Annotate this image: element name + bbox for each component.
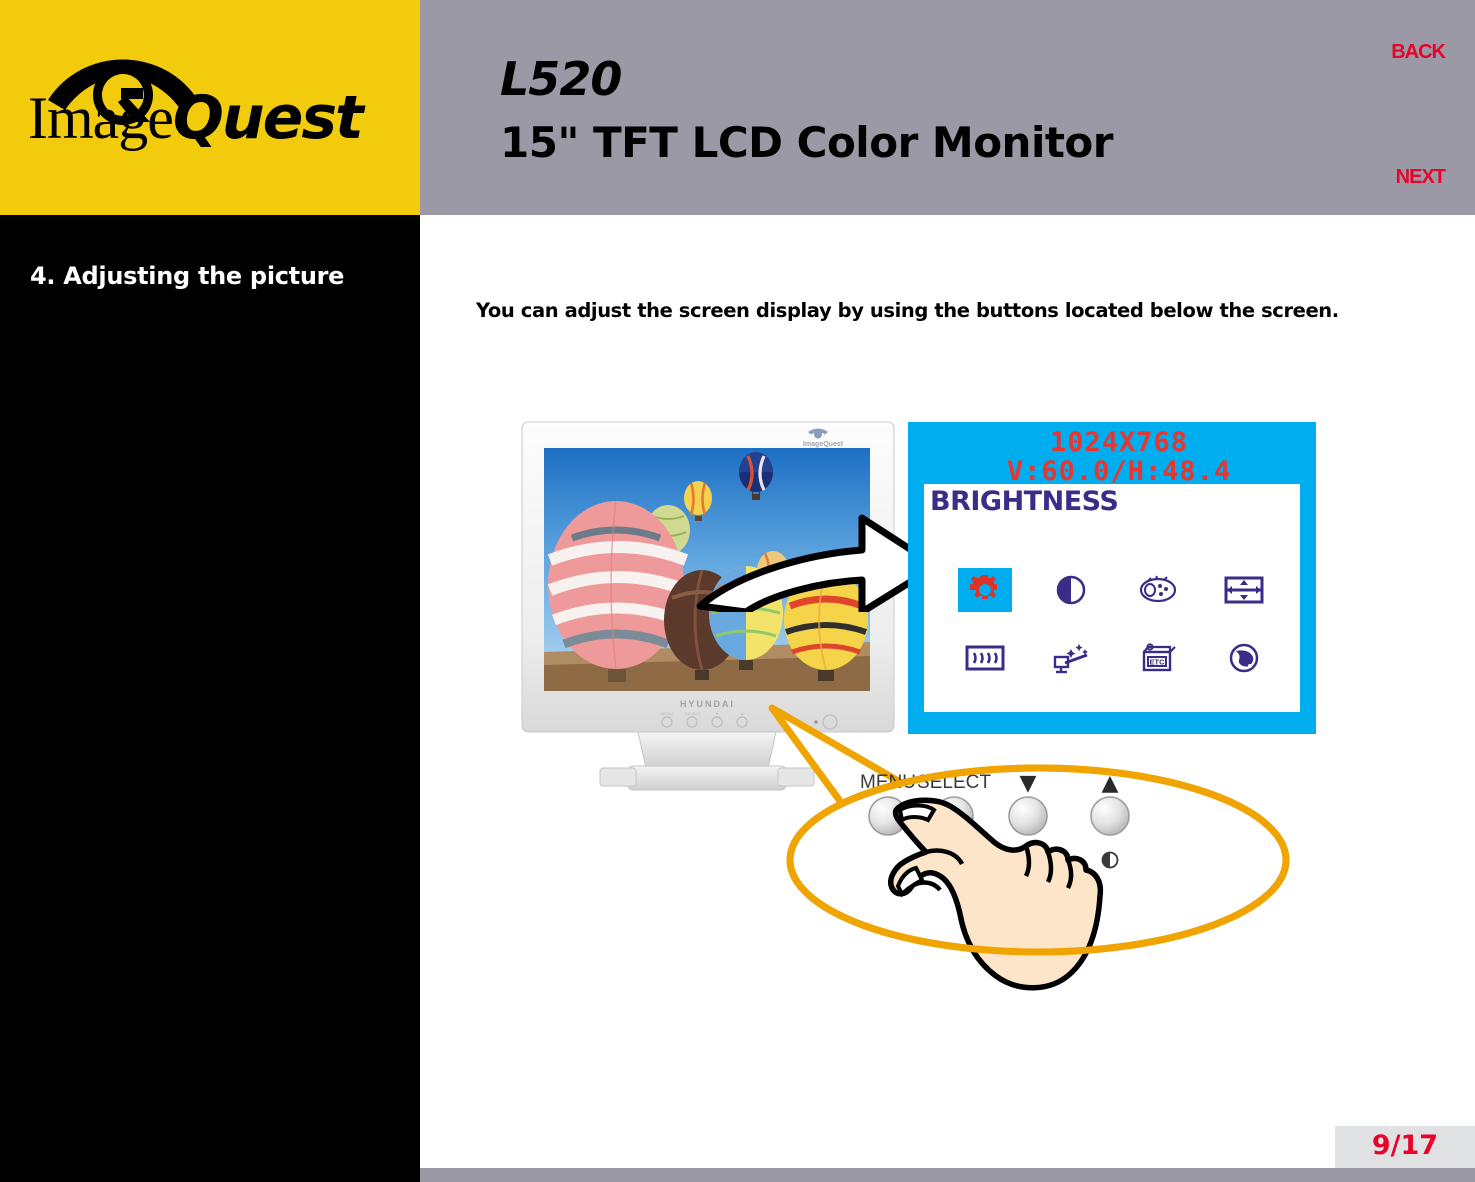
page-title-model: L520 [500, 52, 622, 106]
osd-panel: BRIGHTNESS ETC [924, 484, 1300, 712]
osd-brightness-icon[interactable] [958, 568, 1013, 612]
osd-selected-menu-label: BRIGHTNESS [930, 486, 1119, 517]
svg-text:▲: ▲ [740, 711, 744, 716]
osd-moire-icon[interactable] [958, 636, 1012, 680]
osd-menu: 1024X768 V:60.0/H:48.4 BRIGHTNESS ETC [908, 422, 1316, 734]
page-number: 9/17 [1371, 1130, 1439, 1161]
button-panel-callout: MENU SELECT ▼ ▲ [750, 700, 1330, 1100]
osd-auto-adjust-icon[interactable] [1044, 636, 1098, 680]
sidebar-section-title: 4. Adjusting the picture [30, 262, 345, 290]
osd-resolution-info: 1024X768 V:60.0/H:48.4 [908, 428, 1316, 486]
osd-color-palette-icon[interactable] [1131, 568, 1185, 612]
down-button[interactable] [1008, 796, 1048, 836]
osd-resolution: 1024X768 [1049, 427, 1189, 458]
down-button-label: ▼ [1020, 771, 1037, 796]
nav-back-link[interactable]: BACK [1391, 41, 1446, 64]
osd-icon-grid: ETC [942, 556, 1287, 692]
instruction-text: You can adjust the screen display by usi… [476, 299, 1339, 322]
osd-frequency: V:60.0/H:48.4 [1006, 456, 1232, 488]
svg-text:ImageQuest: ImageQuest [803, 441, 844, 448]
brand-word-image: Image [28, 85, 174, 151]
osd-etc-icon[interactable]: ETC [1131, 636, 1185, 680]
svg-text:HYUNDAI: HYUNDAI [680, 699, 735, 709]
page-root: ImageQuest L520 15" TFT LCD Color Monito… [0, 0, 1475, 1182]
brand-wordmark: ImageQuest [28, 85, 364, 151]
footer-bar [420, 1168, 1475, 1182]
svg-text:ETC: ETC [1149, 658, 1165, 667]
svg-text:MENU: MENU [661, 711, 673, 716]
page-number-panel: 9/17 [1335, 1126, 1475, 1168]
brand-logo-block: ImageQuest [0, 0, 420, 215]
header-bar: L520 15" TFT LCD Color Monitor BACK NEXT [420, 0, 1475, 215]
up-button[interactable] [1090, 796, 1130, 836]
osd-size-position-icon[interactable] [1217, 568, 1271, 612]
svg-text:SELECT: SELECT [685, 711, 701, 716]
osd-contrast-icon[interactable] [1044, 568, 1098, 612]
osd-language-globe-icon[interactable] [1217, 636, 1271, 680]
svg-text:▼: ▼ [715, 711, 719, 716]
brand-word-quest: Quest [172, 83, 364, 153]
sidebar: 4. Adjusting the picture [0, 215, 420, 1182]
page-title-subtitle: 15" TFT LCD Color Monitor [500, 118, 1114, 167]
nav-next-link[interactable]: NEXT [1396, 166, 1446, 189]
